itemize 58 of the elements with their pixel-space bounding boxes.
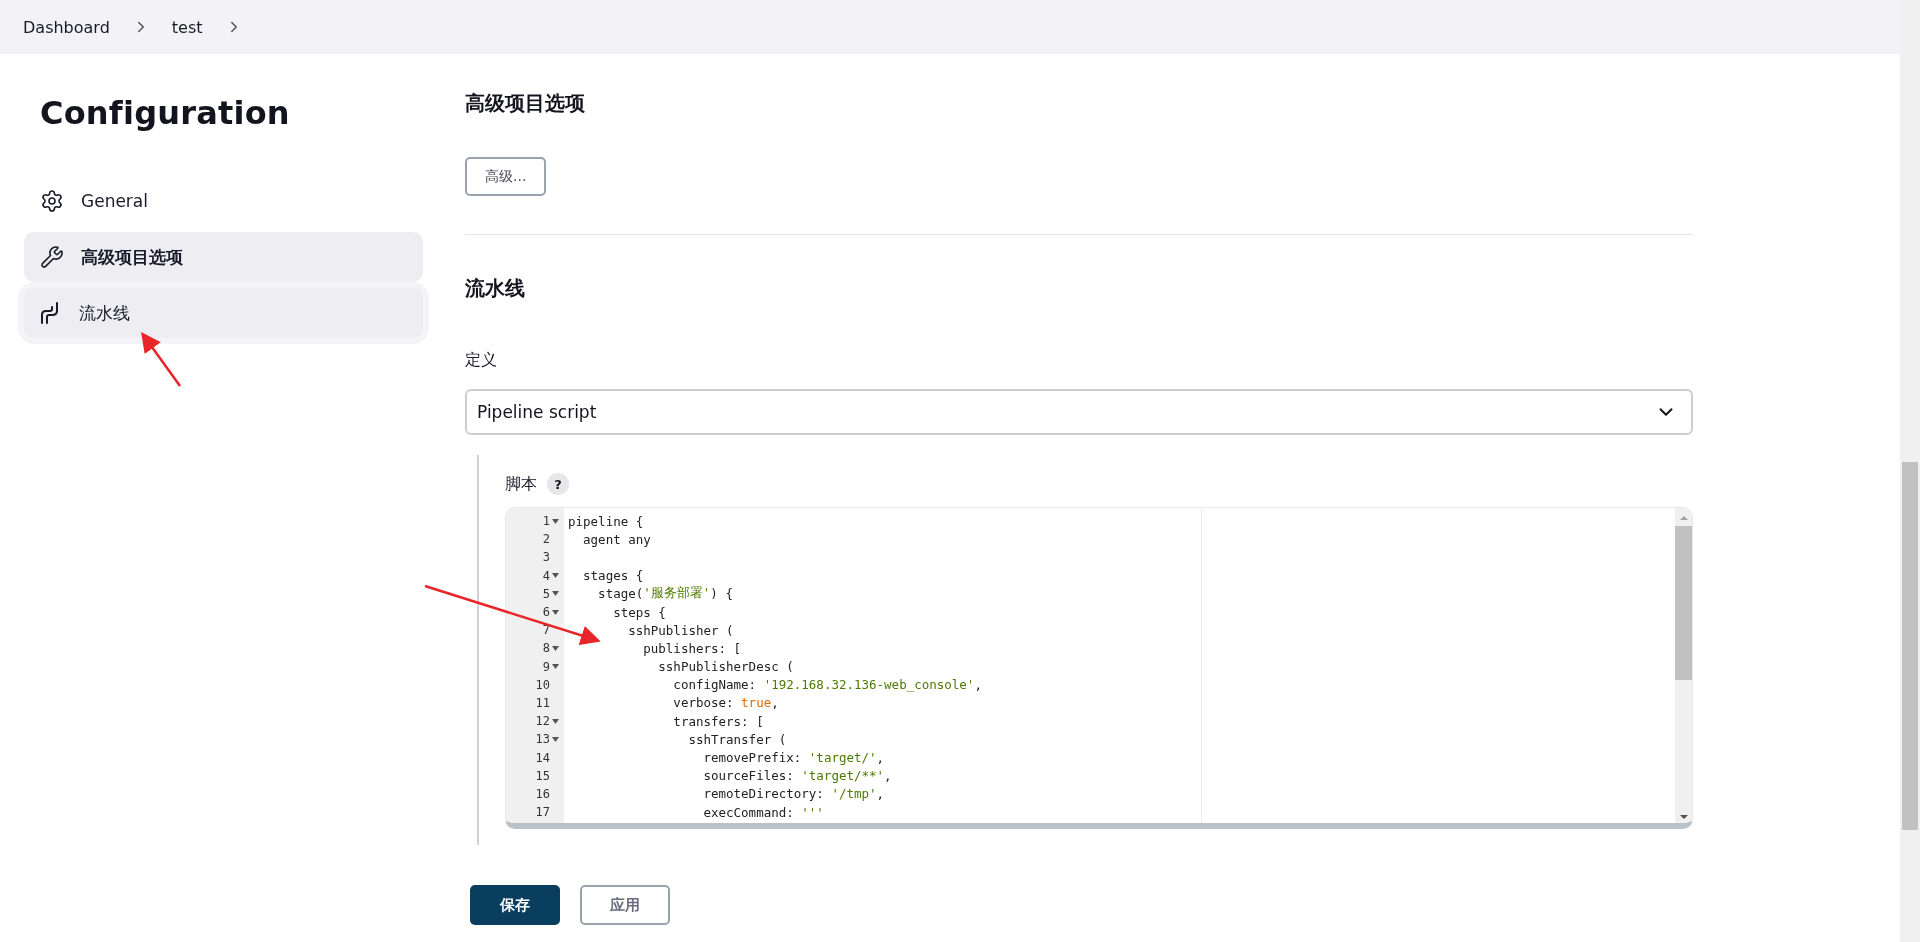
code-line: verbose: true, xyxy=(672,694,780,713)
fold-icon[interactable] xyxy=(552,645,559,651)
line-number: 11 xyxy=(534,694,551,712)
field-label: 脚本 xyxy=(505,473,537,495)
code-line: stages { xyxy=(582,567,645,585)
help-button[interactable]: ? xyxy=(547,473,569,495)
line-number: 8 xyxy=(506,639,564,658)
fold-icon[interactable] xyxy=(552,736,559,742)
line-number: 10 xyxy=(534,676,551,694)
fold-icon[interactable] xyxy=(552,518,559,524)
fold-icon[interactable] xyxy=(552,591,559,597)
scroll-down-icon[interactable] xyxy=(1679,815,1688,819)
code-line: execCommand: ''' xyxy=(702,803,825,822)
apply-button[interactable]: 应用 xyxy=(580,885,670,925)
line-number: 4 xyxy=(506,566,564,585)
settings-icon xyxy=(40,189,64,213)
code-line: sshTransfer ( xyxy=(687,730,788,749)
line-number: 16 xyxy=(534,785,551,803)
code-line: transfers: [ xyxy=(672,712,765,731)
page-title: Configuration xyxy=(40,94,291,132)
fold-icon[interactable] xyxy=(552,718,559,724)
fold-icon[interactable] xyxy=(552,664,559,670)
code-line: publishers: [ xyxy=(642,639,743,658)
code-line: steps { xyxy=(612,603,667,622)
fold-icon[interactable] xyxy=(552,573,559,579)
line-number: 9 xyxy=(506,657,564,676)
breadcrumb-link[interactable]: Dashboard xyxy=(23,17,110,37)
definition-select[interactable]: Pipeline script xyxy=(465,389,1693,435)
code-line: remoteDirectory: '/tmp', xyxy=(702,785,886,803)
line-number: 2 xyxy=(541,531,551,549)
section-heading: 流水线 xyxy=(465,275,526,302)
line-number: 6 xyxy=(506,602,564,622)
annotation-arrow xyxy=(141,331,181,387)
line-number: 1 xyxy=(506,512,564,531)
line-number: 12 xyxy=(506,712,564,731)
code-line: configName: '192.168.32.136-web_console', xyxy=(672,676,983,694)
code-line: sshPublisherDesc ( xyxy=(657,658,795,676)
code-line: sshPublisher ( xyxy=(627,621,735,640)
code-line: stage('服务部署') { xyxy=(597,584,734,603)
line-number: 13 xyxy=(506,730,564,749)
sidebar-item[interactable]: 高级项目选项 xyxy=(24,232,423,282)
code-line: pipeline { xyxy=(568,512,645,531)
line-number: 17 xyxy=(534,804,551,822)
section-heading: 高级项目选项 xyxy=(465,90,586,117)
line-number: 15 xyxy=(534,767,551,785)
line-number: 3 xyxy=(541,549,551,567)
code-line: removePrefix: 'target/', xyxy=(702,749,886,767)
line-number: 5 xyxy=(506,584,564,603)
field-label: 定义 xyxy=(465,350,498,371)
fold-icon[interactable] xyxy=(552,609,559,615)
advanced-button[interactable]: 高级... xyxy=(465,157,547,196)
wrench-icon xyxy=(40,245,64,269)
sidebar-item[interactable]: General xyxy=(24,176,423,226)
line-number: 14 xyxy=(534,749,551,767)
breadcrumb-link[interactable]: test xyxy=(171,17,203,37)
code-line: sourceFiles: 'target/**', xyxy=(702,767,893,785)
code-line: agent any xyxy=(582,530,652,549)
save-button[interactable]: 保存 xyxy=(470,885,560,925)
